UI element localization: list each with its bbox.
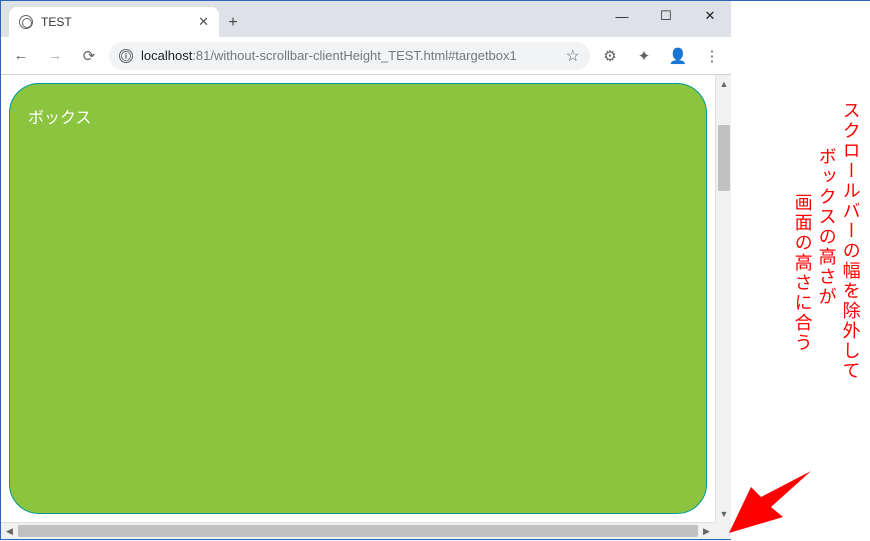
viewport: ボックス <box>1 75 715 522</box>
tab-test[interactable]: TEST ✕ <box>9 7 219 37</box>
window-controls: — ☐ ✕ <box>600 1 732 31</box>
annotation-panel: スクロールバーの幅を除外して ボックスの高さが 画面の高さに合う <box>731 1 870 541</box>
annotation-line-2: ボックスの高さが <box>815 147 837 307</box>
site-info-icon[interactable]: ⓘ <box>119 49 133 63</box>
annotation-line-3: 画面の高さに合う <box>791 193 813 353</box>
nav-toolbar: ← → ⟳ ⓘ localhost:81/without-scrollbar-c… <box>1 37 732 75</box>
page-content: ボックス ▲ ▼ ◀ ▶ <box>1 75 732 539</box>
maximize-button[interactable]: ☐ <box>644 1 688 31</box>
horizontal-scrollbar[interactable]: ◀ ▶ <box>1 522 732 539</box>
new-tab-button[interactable]: + <box>219 9 247 37</box>
address-bar[interactable]: ⓘ localhost:81/without-scrollbar-clientH… <box>109 42 590 70</box>
minimize-button[interactable]: — <box>600 1 644 31</box>
url-text: localhost:81/without-scrollbar-clientHei… <box>141 48 558 63</box>
tab-title: TEST <box>41 15 72 29</box>
tab-close-icon[interactable]: ✕ <box>198 14 209 30</box>
extensions-puzzle-icon[interactable]: ✦ <box>630 42 658 70</box>
browser-window: TEST ✕ + — ☐ ✕ ← → ⟳ ⓘ localhost:81/with… <box>1 1 732 539</box>
globe-icon <box>19 15 33 29</box>
annotation-arrow-icon <box>729 471 811 533</box>
scroll-right-icon[interactable]: ▶ <box>698 523 715 539</box>
h-scroll-thumb[interactable] <box>18 525 698 537</box>
back-button[interactable]: ← <box>7 42 35 70</box>
extension-1-icon[interactable]: ⚙ <box>596 42 624 70</box>
annotation-line-1: スクロールバーの幅を除外して <box>839 101 861 381</box>
forward-button[interactable]: → <box>41 42 69 70</box>
scroll-left-icon[interactable]: ◀ <box>1 523 18 539</box>
tab-strip: TEST ✕ + — ☐ ✕ <box>1 1 732 37</box>
v-scroll-thumb[interactable] <box>718 125 730 191</box>
target-box: ボックス <box>9 83 707 514</box>
reload-button[interactable]: ⟳ <box>75 42 103 70</box>
v-scroll-track[interactable] <box>716 92 732 505</box>
menu-button[interactable]: ⋮ <box>698 42 726 70</box>
box-label: ボックス <box>28 110 92 127</box>
profile-avatar-icon[interactable]: 👤 <box>664 42 692 70</box>
bookmark-star-icon[interactable]: ☆ <box>566 46 580 66</box>
close-window-button[interactable]: ✕ <box>688 1 732 31</box>
scroll-up-icon[interactable]: ▲ <box>716 75 732 92</box>
vertical-scrollbar[interactable]: ▲ ▼ <box>715 75 732 522</box>
